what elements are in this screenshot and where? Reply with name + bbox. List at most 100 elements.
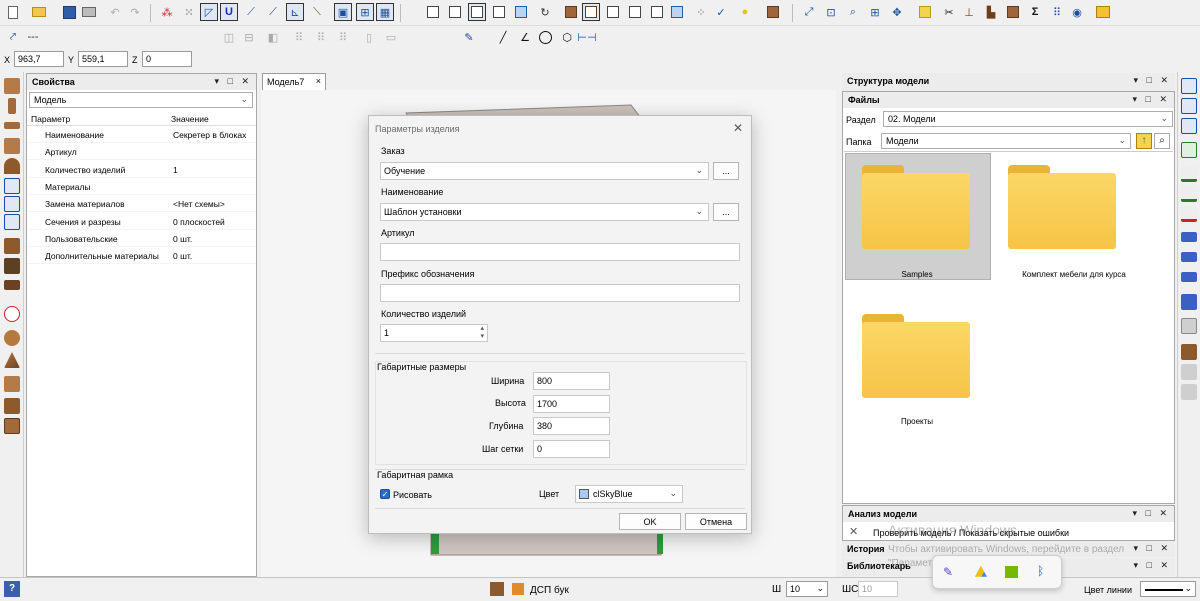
parts-icon[interactable]: ⠿: [1048, 3, 1066, 21]
spin-arrows-icon[interactable]: ▴ ▾: [480, 325, 484, 341]
facade-icon[interactable]: [4, 258, 20, 274]
grid-step-field[interactable]: 0: [533, 440, 610, 458]
quantity-stepper[interactable]: 1 ▴ ▾: [380, 324, 488, 342]
cube-view-1-icon[interactable]: [424, 3, 442, 21]
tab-close-icon[interactable]: ×: [316, 76, 321, 86]
width-field[interactable]: 800: [533, 372, 610, 390]
sum-icon[interactable]: Σ: [1026, 3, 1044, 21]
pyramid-icon[interactable]: [4, 352, 20, 368]
property-row[interactable]: Дополнительные материалы 0 шт.: [27, 247, 256, 265]
edge-band-icon-2[interactable]: [1181, 186, 1197, 202]
nvidia-icon[interactable]: [1005, 566, 1018, 578]
folder-item-samples[interactable]: [860, 165, 970, 257]
drive-icon[interactable]: [975, 566, 987, 577]
box-icon[interactable]: [1004, 3, 1022, 21]
new-file-icon[interactable]: [4, 3, 22, 21]
snap-perp-icon[interactable]: ⊾: [286, 3, 304, 21]
vertical-panel-icon[interactable]: [8, 98, 16, 114]
angle-tool-icon[interactable]: ∠: [516, 28, 534, 46]
panel-window-controls[interactable]: ▾ □ ✕: [1134, 543, 1172, 554]
tab-model7[interactable]: Модель7 ×: [262, 73, 326, 90]
property-row[interactable]: Артикул: [27, 143, 256, 161]
curved-panel-icon[interactable]: [4, 158, 20, 174]
property-row[interactable]: Пользовательские 0 шт.: [27, 230, 256, 247]
property-row[interactable]: Материалы: [27, 178, 256, 195]
view-select-icon[interactable]: ▣: [334, 3, 352, 21]
name-select[interactable]: Шаблон установки ⌄: [380, 203, 709, 221]
bent-panel-icon[interactable]: [4, 280, 20, 290]
pen-icon[interactable]: ✎: [943, 565, 953, 579]
wire-view-4-icon[interactable]: [648, 3, 666, 21]
y-coordinate-field[interactable]: 559,1: [78, 51, 128, 67]
layout-icon-3[interactable]: [1181, 118, 1197, 134]
ruler-icon[interactable]: ⟍: [308, 3, 326, 21]
view-move-icon[interactable]: ⊞: [356, 3, 374, 21]
cancel-button[interactable]: Отмена: [685, 513, 747, 530]
check-icon[interactable]: ✓: [712, 3, 730, 21]
lightbulb-icon[interactable]: ●: [736, 3, 754, 21]
snap-mid-icon[interactable]: ⟋: [264, 3, 282, 21]
order-select[interactable]: Обучение ⌄: [380, 162, 709, 180]
panel-window-controls[interactable]: ▾ □ ✕: [1133, 508, 1171, 519]
order-browse-button[interactable]: ...: [713, 162, 739, 180]
drill-icon[interactable]: ⊥: [960, 3, 978, 21]
view-frame-icon[interactable]: ▦: [376, 3, 394, 21]
block-icon[interactable]: [4, 376, 20, 392]
notes-icon[interactable]: [916, 3, 934, 21]
color-select[interactable]: clSkyBlue ⌄: [575, 485, 683, 503]
solid-view-icon[interactable]: [562, 3, 580, 21]
cube-view-4-icon[interactable]: [490, 3, 508, 21]
points-icon[interactable]: ⁂: [158, 3, 176, 21]
zoom-previous-icon[interactable]: ⊞: [866, 3, 884, 21]
folder-item-course-furniture[interactable]: [1006, 165, 1116, 257]
cube-view-3-icon[interactable]: [468, 3, 486, 21]
property-row[interactable]: Наименование Секретер в блоках: [27, 126, 256, 143]
panel-tool-icon[interactable]: [4, 78, 20, 94]
brown-box-icon[interactable]: [1181, 344, 1197, 360]
countertop-icon[interactable]: [4, 238, 20, 254]
depth-field[interactable]: 380: [533, 417, 610, 435]
redo-icon[interactable]: ↷: [126, 3, 144, 21]
scissors-icon[interactable]: ✂: [940, 3, 958, 21]
vertical-profile-icon[interactable]: [4, 196, 20, 212]
shs-select[interactable]: 10: [858, 581, 898, 597]
ok-button[interactable]: OK: [619, 513, 681, 530]
wire-view-1-icon[interactable]: [582, 3, 600, 21]
snap-corner-icon[interactable]: ◸: [200, 3, 218, 21]
dimension-tool-icon[interactable]: ⊢⊣: [577, 28, 596, 46]
sphere-icon[interactable]: [4, 330, 20, 346]
edge-band-icon-3[interactable]: [1181, 206, 1197, 222]
materials-icon[interactable]: [764, 3, 782, 21]
assembly-icon[interactable]: [4, 398, 20, 414]
property-row[interactable]: Сечения и разрезы 0 плоскостей: [27, 213, 256, 230]
rotate-icon[interactable]: ↻: [536, 3, 554, 21]
wire-view-3-icon[interactable]: [626, 3, 644, 21]
property-row[interactable]: Замена материалов <Нет схемы>: [27, 195, 256, 213]
line-tool-icon[interactable]: ╱: [494, 28, 512, 46]
grid-points-icon[interactable]: ⁙: [180, 3, 198, 21]
property-row[interactable]: Количество изделий 1: [27, 161, 256, 178]
dialog-close-icon[interactable]: ✕: [733, 121, 743, 135]
blue-box-icon[interactable]: [1181, 294, 1197, 310]
name-browse-button[interactable]: ...: [713, 203, 739, 221]
prefix-field[interactable]: [380, 284, 740, 302]
split-view-icon[interactable]: [668, 3, 686, 21]
x-coordinate-field[interactable]: 963,7: [14, 51, 64, 67]
save-icon[interactable]: [60, 3, 78, 21]
sh-select[interactable]: 10 ⌄: [786, 581, 828, 597]
blue-panel-icon-1[interactable]: [1181, 232, 1197, 242]
bluetooth-icon[interactable]: ᛒ: [1037, 564, 1044, 578]
edge-band-icon-1[interactable]: [1181, 166, 1197, 182]
edge-icon[interactable]: ▙: [982, 3, 1000, 21]
help-button[interactable]: ?: [4, 581, 20, 597]
panel-window-controls[interactable]: ▾ □ ✕: [1134, 75, 1172, 86]
open-folder-icon[interactable]: [30, 3, 48, 21]
folder-item-projects[interactable]: [860, 314, 970, 406]
horizontal-profile-icon[interactable]: [4, 214, 20, 230]
smile-icon[interactable]: [1094, 3, 1112, 21]
green-panel-icon[interactable]: [1181, 142, 1197, 158]
height-field[interactable]: 1700: [533, 395, 610, 413]
frontal-panel-icon[interactable]: [4, 138, 20, 154]
wire-view-2-icon[interactable]: [604, 3, 622, 21]
cube-rotate-icon[interactable]: [512, 3, 530, 21]
